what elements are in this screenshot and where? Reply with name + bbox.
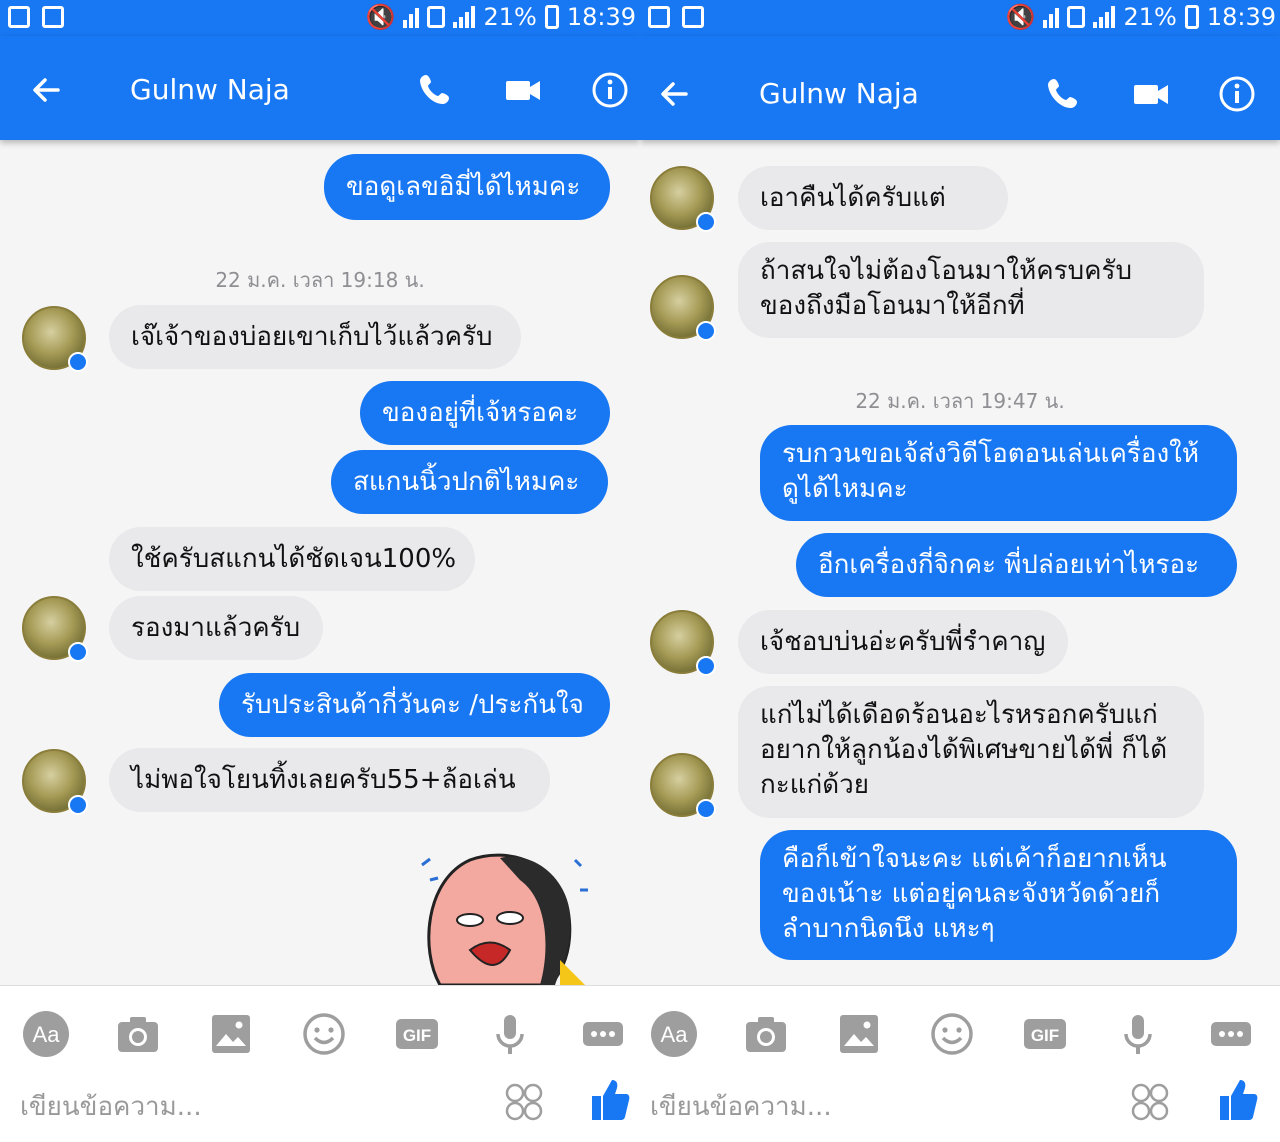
message-bubble-incoming[interactable]: เจ้ชอบบ่นอ่ะครับพี่รำคาญ — [738, 610, 1068, 674]
contact-avatar[interactable] — [650, 275, 716, 341]
more-options-icon[interactable] — [579, 1010, 627, 1058]
text-style-icon[interactable]: Aa — [22, 1010, 70, 1058]
back-arrow-icon[interactable] — [28, 72, 64, 108]
bag-notification-icon — [42, 6, 64, 28]
left-screenshot: 🔇 21% 18:39 Gulnw Naja ขอดูเลขอิมี่ได้ไห… — [0, 0, 640, 1142]
message-bubble-outgoing[interactable]: อีกเครื่องกี่จิกคะ พี่ปล่อยเท่าไหรอะ — [796, 533, 1237, 597]
back-arrow-icon[interactable] — [656, 76, 692, 112]
message-bubble-incoming[interactable]: ใช้ครับสแกนได้ชัดเจน100% — [109, 527, 475, 591]
contact-avatar[interactable] — [22, 596, 88, 662]
bag-notification-icon — [682, 6, 704, 28]
battery-percent: 21% — [1123, 3, 1177, 31]
video-call-icon[interactable] — [503, 70, 543, 110]
contact-avatar[interactable] — [22, 749, 88, 815]
message-thread: ขอดูเลขอิมี่ได้ไหมคะ 22 ม.ค. เวลา 19:18 … — [0, 140, 640, 985]
contact-avatar[interactable] — [650, 610, 716, 676]
signal-icon — [453, 6, 476, 28]
message-input[interactable]: เขียนข้อความ... — [20, 1086, 202, 1127]
video-call-icon[interactable] — [1131, 74, 1171, 114]
microphone-icon[interactable] — [1114, 1010, 1162, 1058]
messenger-badge-icon — [696, 321, 716, 341]
messenger-badge-icon — [696, 212, 716, 232]
message-bubble-incoming[interactable]: ไม่พอใจโยนทิ้งเลยครับ55+ล้อเล่น — [109, 748, 550, 812]
contact-name[interactable]: Gulnw Naja — [759, 76, 919, 112]
message-bubble-outgoing[interactable]: ของอยู่ที่เจ้หรอคะ — [360, 381, 610, 445]
battery-percent: 21% — [483, 3, 537, 31]
mute-icon: 🔇 — [365, 3, 396, 31]
message-bubble-outgoing[interactable]: สแกนนิ้วปกติไหมคะ — [331, 450, 608, 514]
message-bubble-outgoing[interactable]: ขอดูเลขอิมี่ได้ไหมคะ — [324, 154, 610, 220]
contact-name[interactable]: Gulnw Naja — [130, 72, 290, 108]
messenger-badge-icon — [696, 656, 716, 676]
timestamp: 22 ม.ค. เวลา 19:47 น. — [855, 389, 1065, 413]
text-style-icon[interactable]: Aa — [650, 1010, 698, 1058]
sticker-picker-icon[interactable] — [504, 1082, 544, 1122]
contact-avatar[interactable] — [650, 753, 716, 819]
like-thumbs-up-icon[interactable] — [590, 1078, 630, 1122]
microphone-icon[interactable] — [486, 1010, 534, 1058]
message-bubble-incoming[interactable]: เจ๊เจ้าของบ่อยเขาเก็บไว้แล้วครับ — [109, 305, 521, 369]
gallery-icon[interactable] — [207, 1010, 255, 1058]
svg-text:Aa: Aa — [33, 1022, 61, 1047]
emoji-icon[interactable] — [300, 1010, 348, 1058]
signal-icon — [1093, 6, 1116, 28]
mute-icon: 🔇 — [1005, 3, 1036, 31]
sticker-picker-icon[interactable] — [1130, 1082, 1170, 1122]
message-bubble-outgoing[interactable]: รับประสินค้ากี่วันคะ /ประกันใจ — [219, 673, 610, 737]
message-input[interactable]: เขียนข้อความ... — [650, 1086, 832, 1127]
conversation-header: Gulnw Naja — [0, 36, 640, 140]
message-bubble-incoming[interactable]: เอาคืนได้ครับแต่ — [738, 166, 1008, 230]
emoji-icon[interactable] — [928, 1010, 976, 1058]
phone-icon[interactable] — [1044, 74, 1084, 114]
message-bubble-outgoing[interactable]: รบกวนขอเจ้ส่งวิดีโอตอนเล่นเครื่องให้ดูได… — [760, 425, 1237, 521]
wifi-icon — [1043, 6, 1060, 28]
gallery-notification-icon — [8, 6, 30, 28]
message-bubble-incoming[interactable]: ถ้าสนใจไม่ต้องโอนมาให้ครบครับ ของถึงมือโ… — [738, 242, 1204, 338]
battery-icon — [544, 5, 559, 29]
message-thread: เอาคืนได้ครับแต่ ถ้าสนใจไม่ต้องโอนมาให้ค… — [640, 140, 1280, 985]
message-bubble-incoming[interactable]: แก่ไม่ได้เดือดร้อนอะไรหรอกครับแก่ อยากให… — [738, 686, 1204, 818]
gif-icon[interactable]: GIF — [393, 1010, 441, 1058]
sticker-crying-bald-man[interactable] — [410, 840, 590, 985]
svg-text:Aa: Aa — [661, 1022, 689, 1047]
sim-icon — [427, 6, 446, 28]
clock: 18:39 — [566, 3, 636, 31]
svg-text:GIF: GIF — [403, 1026, 431, 1045]
messenger-badge-icon — [68, 642, 88, 662]
timestamp: 22 ม.ค. เวลา 19:18 น. — [215, 268, 425, 292]
gif-icon[interactable]: GIF — [1021, 1010, 1069, 1058]
contact-avatar[interactable] — [650, 166, 716, 232]
info-icon[interactable] — [1217, 74, 1257, 114]
status-bar: 🔇 21% 18:39 — [0, 0, 640, 36]
composer: Aa GIF เขียนข้อความ... — [0, 985, 640, 1142]
messenger-badge-icon — [68, 352, 88, 372]
gallery-notification-icon — [648, 6, 670, 28]
right-screenshot: 🔇 21% 18:39 Gulnw Naja เอาคืนได้ครับแต่ … — [640, 0, 1280, 1142]
wifi-icon — [403, 6, 420, 28]
camera-icon[interactable] — [114, 1010, 162, 1058]
messenger-badge-icon — [696, 799, 716, 819]
contact-avatar[interactable] — [22, 306, 88, 372]
camera-icon[interactable] — [742, 1010, 790, 1058]
conversation-header: Gulnw Naja — [640, 36, 1280, 140]
phone-icon[interactable] — [416, 70, 456, 110]
svg-text:GIF: GIF — [1031, 1026, 1059, 1045]
gallery-icon[interactable] — [835, 1010, 883, 1058]
composer: Aa GIF เขียนข้อความ... — [640, 985, 1280, 1142]
status-bar: 🔇 21% 18:39 — [640, 0, 1280, 36]
clock: 18:39 — [1206, 3, 1276, 31]
more-options-icon[interactable] — [1207, 1010, 1255, 1058]
like-thumbs-up-icon[interactable] — [1218, 1078, 1258, 1122]
message-bubble-incoming[interactable]: รองมาแล้วครับ — [109, 596, 323, 660]
battery-icon — [1184, 5, 1199, 29]
info-icon[interactable] — [590, 70, 630, 110]
messenger-badge-icon — [68, 795, 88, 815]
message-bubble-outgoing[interactable]: คือก็เข้าใจนะคะ แต่เค้าก็อยากเห็น ของเน้… — [760, 830, 1237, 960]
sim-icon — [1067, 6, 1086, 28]
